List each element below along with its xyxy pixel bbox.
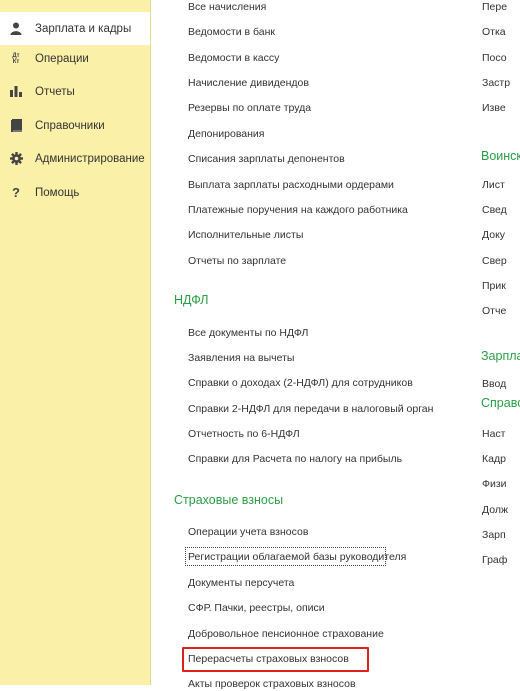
sidebar-item-label: Отчеты xyxy=(35,85,75,98)
link-reference-1[interactable]: Наст xyxy=(482,427,505,441)
icon-text-bottom: Кт xyxy=(12,58,20,65)
sidebar-item-operations[interactable]: Дт Кт Операции xyxy=(0,42,150,75)
sidebar-item-label: Помощь xyxy=(35,186,80,199)
section-title-insurance: Страховые взносы xyxy=(174,493,284,507)
link-depositor-writeoffs[interactable]: Списания зарплаты депонентов xyxy=(188,152,345,166)
link-reference-3[interactable]: Физи xyxy=(482,477,507,491)
section-title-reference: Справо xyxy=(481,396,520,410)
link-writs-of-execution[interactable]: Исполнительные листы xyxy=(188,228,303,242)
link-ndfl-to-tax-office[interactable]: Справки 2-НДФЛ для передачи в налоговый … xyxy=(188,402,433,416)
sidebar-item-help[interactable]: ? Помощь xyxy=(0,176,150,209)
person-icon xyxy=(9,22,23,36)
link-military-5[interactable]: Прик xyxy=(482,279,506,293)
link-col2-top-5[interactable]: Изве xyxy=(482,101,506,115)
link-reference-5[interactable]: Зарп xyxy=(482,528,506,542)
link-military-1[interactable]: Лист xyxy=(482,178,505,192)
sidebar-item-administration[interactable]: Администрирование xyxy=(0,142,150,175)
link-dividends[interactable]: Начисление дивидендов xyxy=(188,76,309,90)
section-title-military: Воинск xyxy=(481,149,520,163)
link-military-6[interactable]: Отче xyxy=(482,304,506,318)
link-insurance-recalculations[interactable]: Перерасчеты страховых взносов xyxy=(188,652,349,666)
book-icon xyxy=(9,119,23,133)
question-icon: ? xyxy=(12,185,20,200)
link-profit-tax-certificates[interactable]: Справки для Расчета по налогу на прибыль xyxy=(188,452,402,466)
link-personal-accounting-docs[interactable]: Документы персучета xyxy=(188,576,294,590)
sidebar-item-references[interactable]: Справочники xyxy=(0,109,150,142)
link-cash-order-payouts[interactable]: Выплата зарплаты расходными ордерами xyxy=(188,178,394,192)
sidebar-item-label: Администрирование xyxy=(35,152,145,165)
link-deduction-applications[interactable]: Заявления на вычеты xyxy=(188,351,294,365)
link-all-ndfl-documents[interactable]: Все документы по НДФЛ xyxy=(188,326,308,340)
link-col2-top-2[interactable]: Отка xyxy=(482,25,506,39)
section-title-ndfl: НДФЛ xyxy=(174,293,209,307)
gear-icon xyxy=(9,152,23,166)
link-military-2[interactable]: Свед xyxy=(482,203,507,217)
link-deposits[interactable]: Депонирования xyxy=(188,127,264,141)
sidebar: Зарплата и кадры Дт Кт Операции Отчеты Сп… xyxy=(0,0,151,685)
link-salary-input[interactable]: Ввод xyxy=(482,377,506,391)
link-insurance-audit-acts[interactable]: Акты проверок страховых взносов xyxy=(188,677,356,691)
bar-chart-icon xyxy=(9,85,23,99)
link-cash-statements[interactable]: Ведомости в кассу xyxy=(188,51,279,65)
link-manager-taxable-base[interactable]: Регистрации облагаемой базы руководителя xyxy=(188,550,406,564)
link-reference-4[interactable]: Долж xyxy=(482,503,508,517)
section-title-salary-col2: Зарпла xyxy=(481,349,520,363)
link-col2-top-3[interactable]: Посо xyxy=(482,51,507,65)
link-military-3[interactable]: Доку xyxy=(482,228,505,242)
link-military-4[interactable]: Свер xyxy=(482,254,507,268)
link-income-certificates[interactable]: Справки о доходах (2-НДФЛ) для сотрудник… xyxy=(188,376,413,390)
sidebar-item-salary-hr[interactable]: Зарплата и кадры xyxy=(0,12,150,45)
link-salary-reports[interactable]: Отчеты по зарплате xyxy=(188,254,286,268)
sidebar-item-label: Операции xyxy=(35,52,89,65)
sidebar-item-label: Справочники xyxy=(35,119,105,132)
link-reference-2[interactable]: Кадр xyxy=(482,452,506,466)
link-sfr-packs-registers[interactable]: СФР. Пачки, реестры, описи xyxy=(188,601,325,615)
link-payroll-reserves[interactable]: Резервы по оплате труда xyxy=(188,101,311,115)
link-all-accruals[interactable]: Все начисления xyxy=(188,0,266,14)
link-bank-statements[interactable]: Ведомости в банк xyxy=(188,25,275,39)
sidebar-item-reports[interactable]: Отчеты xyxy=(0,75,150,108)
link-col2-top-4[interactable]: Застр xyxy=(482,76,510,90)
link-payment-orders-per-employee[interactable]: Платежные поручения на каждого работника xyxy=(188,203,408,217)
debit-credit-icon: Дт Кт xyxy=(9,52,23,66)
link-reference-6[interactable]: Граф xyxy=(482,553,507,567)
link-voluntary-pension-insurance[interactable]: Добровольное пенсионное страхование xyxy=(188,627,384,641)
sidebar-item-label: Зарплата и кадры xyxy=(35,22,132,35)
link-contribution-operations[interactable]: Операции учета взносов xyxy=(188,525,308,539)
link-col2-top-1[interactable]: Пере xyxy=(482,0,507,14)
link-6-ndfl-reporting[interactable]: Отчетность по 6-НДФЛ xyxy=(188,427,300,441)
